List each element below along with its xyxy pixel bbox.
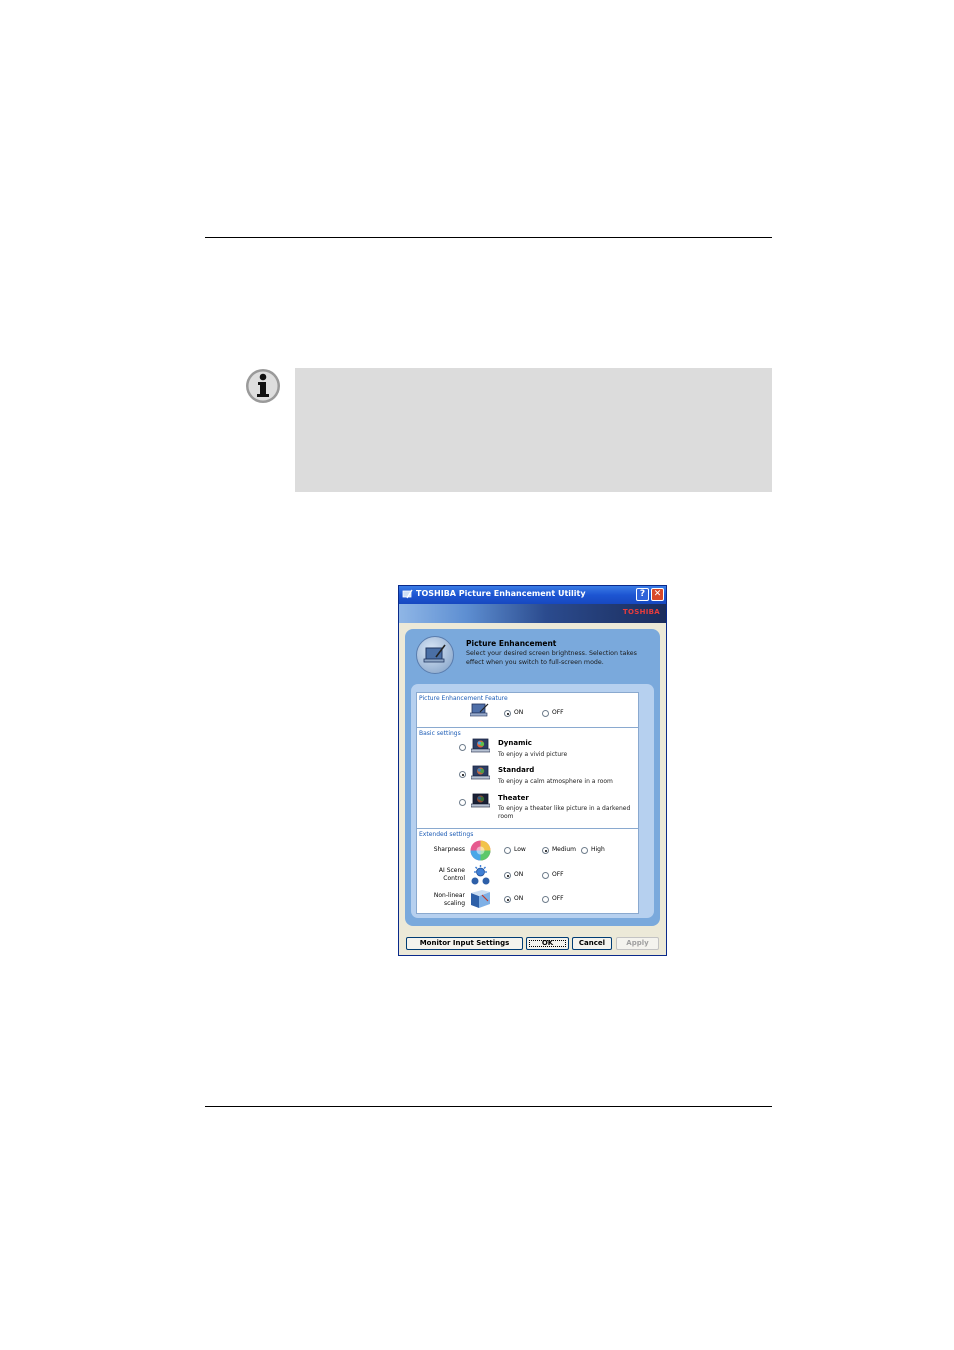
feature-on-radio[interactable]: [504, 710, 511, 717]
ai-scene-on-radio[interactable]: [504, 872, 511, 879]
monitor-input-settings-button[interactable]: Monitor Input Settings: [406, 937, 523, 950]
sharpness-low-label: Low: [514, 846, 526, 853]
standard-name: Standard: [498, 766, 535, 774]
nonlinear-on-radio[interactable]: [504, 896, 511, 903]
feature-on-label: ON: [514, 709, 524, 716]
banner: TOSHIBA: [399, 604, 666, 623]
settings-content: Picture Enhancement Feature ON OFF Basic…: [416, 692, 639, 914]
theater-laptop-icon: [471, 793, 490, 808]
sharpness-medium-label: Medium: [552, 846, 576, 853]
dynamic-desc: To enjoy a vivid picture: [498, 751, 568, 758]
panel-title: Picture Enhancement: [466, 639, 557, 648]
section-divider: [417, 828, 638, 829]
extended-section-label: Extended settings: [419, 831, 474, 838]
ok-button[interactable]: OK: [526, 937, 569, 950]
dynamic-name: Dynamic: [498, 739, 532, 747]
title-bar[interactable]: TOSHIBA Picture Enhancement Utility ? ✕: [399, 586, 666, 604]
standard-laptop-icon: [471, 765, 490, 780]
feature-section-label: Picture Enhancement Feature: [419, 695, 508, 702]
dynamic-laptop-icon: [471, 738, 490, 753]
cancel-button[interactable]: Cancel: [572, 937, 612, 950]
feature-laptop-icon: [470, 703, 489, 717]
nonlinear-on-label: ON: [514, 895, 524, 902]
info-icon: [246, 369, 280, 403]
window-title: TOSHIBA Picture Enhancement Utility: [416, 589, 586, 598]
ai-scene-on-label: ON: [514, 871, 524, 878]
standard-radio[interactable]: [459, 771, 466, 778]
header-rule: [205, 237, 772, 238]
footer-rule: [205, 1106, 772, 1107]
ai-scene-off-label: OFF: [552, 871, 564, 878]
standard-desc: To enjoy a calm atmosphere in a room: [498, 778, 613, 785]
nonlinear-scaling-icon: [471, 890, 490, 908]
brand-logo: TOSHIBA: [622, 608, 660, 616]
theater-name: Theater: [498, 794, 529, 802]
sharpness-icon: [470, 840, 491, 861]
feature-off-radio[interactable]: [542, 710, 549, 717]
apply-button[interactable]: Apply: [616, 937, 659, 950]
panel-description: Select your desired screen brightness. S…: [466, 650, 637, 666]
sharpness-high-label: High: [591, 846, 605, 853]
nonlinear-label: Non-linear scaling: [433, 892, 465, 907]
feature-off-label: OFF: [552, 709, 564, 716]
sharpness-low-radio[interactable]: [504, 847, 511, 854]
sharpness-label: Sharpness: [433, 846, 465, 853]
basic-section-label: Basic settings: [419, 730, 461, 737]
picture-enhancement-window: TOSHIBA Picture Enhancement Utility ? ✕ …: [398, 585, 667, 956]
ai-scene-off-radio[interactable]: [542, 872, 549, 879]
nonlinear-off-radio[interactable]: [542, 896, 549, 903]
ai-scene-label: AI Scene Control: [438, 867, 465, 882]
theater-radio[interactable]: [459, 799, 466, 806]
app-icon: [402, 589, 413, 599]
main-panel: Picture Enhancement Select your desired …: [405, 629, 660, 926]
note-box: [295, 368, 772, 492]
close-button[interactable]: ✕: [651, 588, 664, 601]
help-button[interactable]: ?: [636, 588, 649, 601]
picture-enhancement-icon: [416, 636, 454, 674]
section-divider: [417, 727, 638, 728]
settings-frame: Picture Enhancement Feature ON OFF Basic…: [411, 684, 654, 918]
sharpness-high-radio[interactable]: [581, 847, 588, 854]
theater-desc: To enjoy a theater like picture in a dar…: [498, 805, 631, 820]
dynamic-radio[interactable]: [459, 744, 466, 751]
sharpness-medium-radio[interactable]: [542, 847, 549, 854]
ai-scene-icon: [471, 865, 490, 885]
nonlinear-off-label: OFF: [552, 895, 564, 902]
